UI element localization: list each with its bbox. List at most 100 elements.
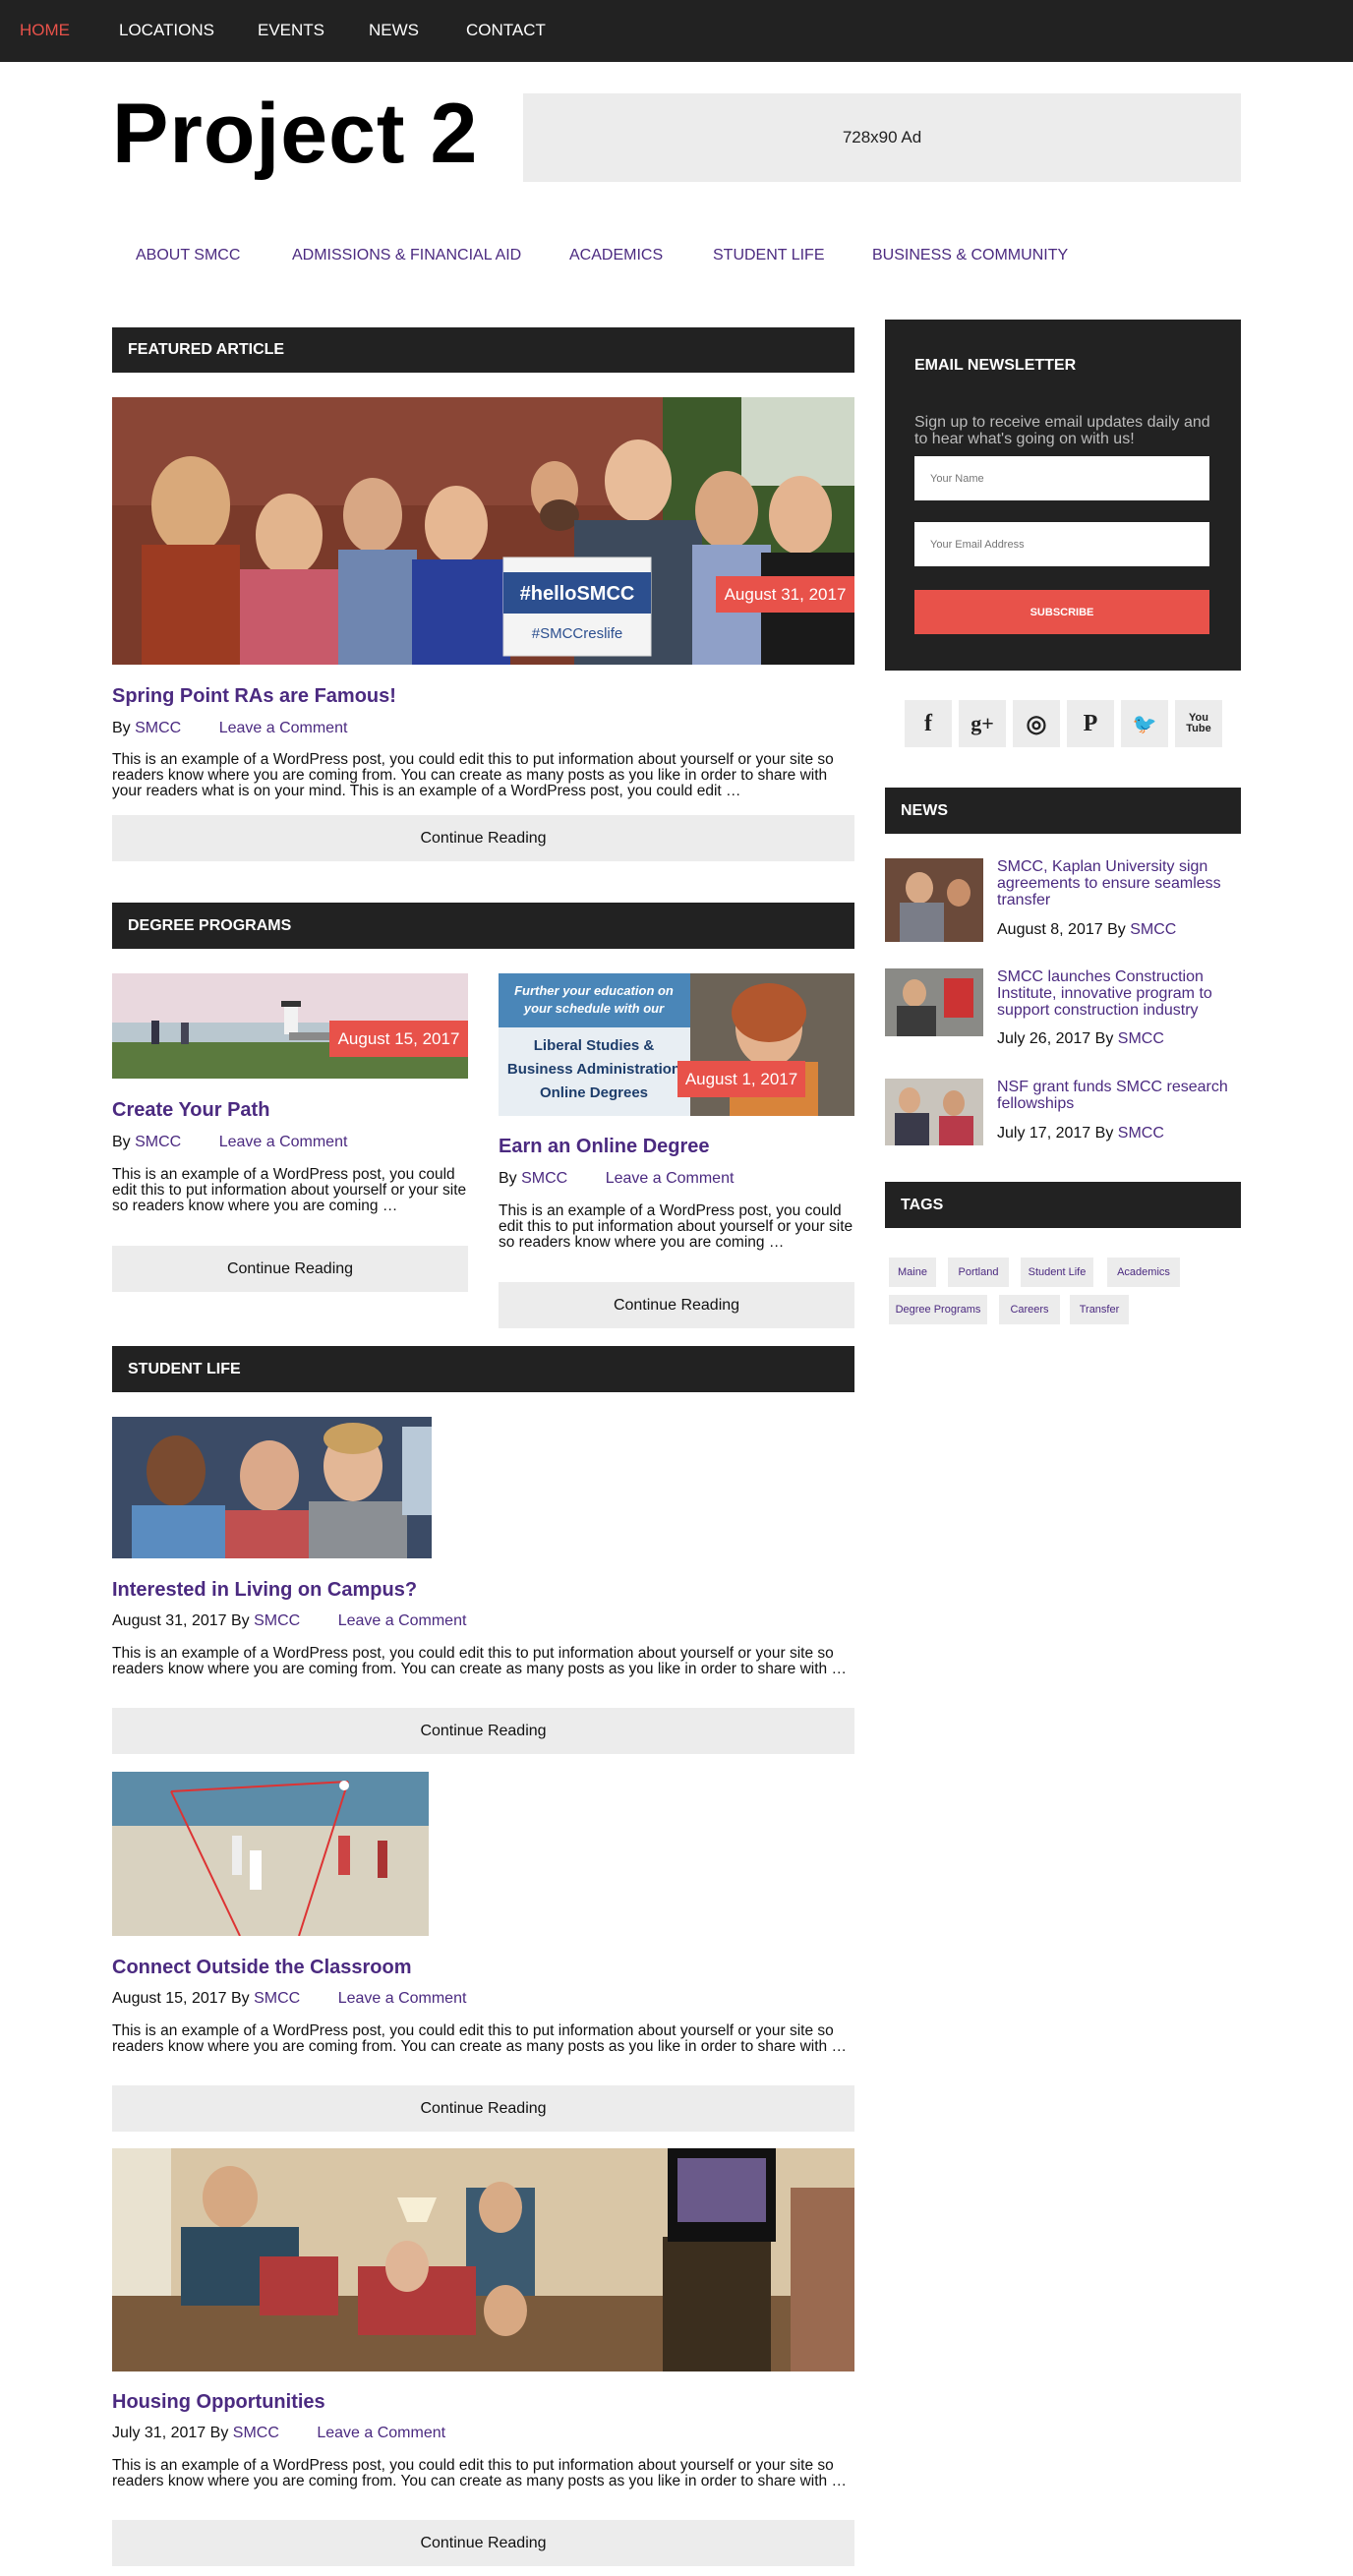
news-1-title[interactable]: SMCC, Kaplan University sign agreements … xyxy=(997,858,1233,908)
dorm-room-illustration xyxy=(112,2148,854,2371)
tag-maine[interactable]: Maine xyxy=(889,1258,936,1287)
tag-student-life[interactable]: Student Life xyxy=(1021,1258,1093,1287)
sign-hashtag-2: #SMCCreslife xyxy=(532,625,623,642)
news-2-image[interactable] xyxy=(885,968,983,1036)
beach-volleyball-illustration xyxy=(112,1772,429,1936)
student-post-3-excerpt: This is an example of a WordPress post, … xyxy=(112,2457,847,2489)
pinterest-icon[interactable]: P xyxy=(1067,700,1114,747)
author-link[interactable]: SMCC xyxy=(1118,1125,1164,1142)
by-label: By xyxy=(231,1990,250,2007)
news-3-meta: July 17, 2017 By SMCC xyxy=(997,1125,1164,1142)
subscribe-button[interactable]: SUBSCRIBE xyxy=(914,590,1209,634)
subnav-academics[interactable]: ACADEMICS xyxy=(569,247,663,264)
student-post-2-image[interactable] xyxy=(112,1772,429,1936)
news-2-title[interactable]: SMCC launches Construction Institute, in… xyxy=(997,968,1233,1019)
by-label: By xyxy=(1094,1125,1114,1142)
tag-portland[interactable]: Portland xyxy=(948,1258,1009,1287)
newsletter-email-input[interactable] xyxy=(914,522,1209,566)
author-link[interactable]: SMCC xyxy=(254,1612,300,1629)
degree-right-excerpt: This is an example of a WordPress post, … xyxy=(499,1202,853,1251)
author-link[interactable]: SMCC xyxy=(1130,921,1176,938)
featured-image[interactable]: #helloSMCC #SMCCreslife August 31, 2017 xyxy=(112,397,854,665)
comment-link[interactable]: Leave a Comment xyxy=(338,1990,467,2007)
newsletter-heading: EMAIL NEWSLETTER xyxy=(914,357,1077,374)
tag-degree-programs[interactable]: Degree Programs xyxy=(889,1295,987,1324)
degree-left-post-title[interactable]: Create Your Path xyxy=(112,1099,269,1122)
comment-link[interactable]: Leave a Comment xyxy=(338,1612,467,1629)
author-link[interactable]: SMCC xyxy=(521,1170,567,1187)
news-2-meta: July 26, 2017 By SMCC xyxy=(997,1030,1164,1048)
student-post-3-meta: July 31, 2017 By SMCC Leave a Comment xyxy=(112,2425,445,2442)
post-date: August 31, 2017 xyxy=(112,1612,227,1629)
comment-link[interactable]: Leave a Comment xyxy=(317,2425,445,2441)
tag-careers[interactable]: Careers xyxy=(999,1295,1060,1324)
youtube-icon[interactable]: You Tube xyxy=(1175,700,1222,747)
nav-home[interactable]: HOME xyxy=(20,21,70,40)
degree-right-image[interactable]: Further your education on your schedule … xyxy=(499,973,854,1116)
student-life-heading: STUDENT LIFE xyxy=(112,1346,854,1392)
degree-left-image[interactable]: August 15, 2017 xyxy=(112,973,468,1079)
news-3-image[interactable] xyxy=(885,1079,983,1145)
subnav-admissions[interactable]: ADMISSIONS & FINANCIAL AID xyxy=(292,247,521,264)
featured-post-title[interactable]: Spring Point RAs are Famous! xyxy=(112,685,396,708)
student-post-3-continue-reading-button[interactable]: Continue Reading xyxy=(112,2520,854,2566)
student-post-3-image[interactable] xyxy=(112,2148,854,2371)
degree-right-continue-reading-button[interactable]: Continue Reading xyxy=(499,1282,854,1328)
author-link[interactable]: SMCC xyxy=(233,2425,279,2441)
comment-link[interactable]: Leave a Comment xyxy=(219,720,348,736)
student-post-1-continue-reading-button[interactable]: Continue Reading xyxy=(112,1708,854,1754)
promo-line-3: Liberal Studies & xyxy=(534,1037,655,1054)
news-1-image[interactable] xyxy=(885,858,983,942)
tag-academics[interactable]: Academics xyxy=(1107,1258,1180,1287)
nav-locations[interactable]: LOCATIONS xyxy=(119,21,214,40)
degree-right-post-title[interactable]: Earn an Online Degree xyxy=(499,1136,710,1158)
news-3-thumbnail xyxy=(885,1079,983,1145)
tags-heading-label: TAGS xyxy=(901,1196,944,1213)
by-label: By xyxy=(112,1134,131,1150)
author-link[interactable]: SMCC xyxy=(135,720,181,736)
post-date: August 15, 2017 xyxy=(112,1990,227,2007)
featured-continue-reading-button[interactable]: Continue Reading xyxy=(112,815,854,861)
by-label: By xyxy=(1094,1030,1114,1047)
degree-heading-label: DEGREE PROGRAMS xyxy=(128,916,292,934)
comment-link[interactable]: Leave a Comment xyxy=(219,1134,348,1150)
news-date: July 17, 2017 xyxy=(997,1125,1091,1142)
news-heading: NEWS xyxy=(885,788,1241,834)
degree-left-continue-reading-button[interactable]: Continue Reading xyxy=(112,1246,468,1292)
newsletter-name-input[interactable] xyxy=(914,456,1209,500)
student-post-1-title[interactable]: Interested in Living on Campus? xyxy=(112,1579,417,1602)
author-link[interactable]: SMCC xyxy=(135,1134,181,1150)
student-post-2-title[interactable]: Connect Outside the Classroom xyxy=(112,1957,412,1979)
news-heading-label: NEWS xyxy=(901,801,948,819)
comment-link[interactable]: Leave a Comment xyxy=(606,1170,735,1187)
news-3-title[interactable]: NSF grant funds SMCC research fellowship… xyxy=(997,1079,1233,1112)
author-link[interactable]: SMCC xyxy=(1118,1030,1164,1047)
nav-news[interactable]: NEWS xyxy=(369,21,419,40)
student-post-2-meta: August 15, 2017 By SMCC Leave a Comment xyxy=(112,1990,466,2008)
author-link[interactable]: SMCC xyxy=(254,1990,300,2007)
facebook-icon[interactable]: f xyxy=(905,700,952,747)
featured-excerpt: This is an example of a WordPress post, … xyxy=(112,751,834,799)
subnav-student-life[interactable]: STUDENT LIFE xyxy=(713,247,825,264)
twitter-icon[interactable]: 🐦 xyxy=(1121,700,1168,747)
site-title[interactable]: Project 2 xyxy=(112,87,478,181)
subnav-business[interactable]: BUSINESS & COMMUNITY xyxy=(872,247,1068,264)
student-post-1-image[interactable] xyxy=(112,1417,432,1558)
promo-line-1: Further your education on xyxy=(514,983,674,998)
degree-left-meta: By SMCC Leave a Comment xyxy=(112,1134,347,1151)
degree-left-date-badge: August 15, 2017 xyxy=(329,1021,468,1057)
student-post-3-title[interactable]: Housing Opportunities xyxy=(112,2391,325,2414)
student-life-heading-label: STUDENT LIFE xyxy=(128,1360,241,1377)
by-label: By xyxy=(1107,921,1126,938)
student-post-2-continue-reading-button[interactable]: Continue Reading xyxy=(112,2085,854,2132)
tag-transfer[interactable]: Transfer xyxy=(1070,1295,1129,1324)
featured-date-badge: August 31, 2017 xyxy=(716,576,854,613)
nav-contact[interactable]: CONTACT xyxy=(466,21,546,40)
ad-banner[interactable]: 728x90 Ad xyxy=(523,93,1241,182)
instagram-icon[interactable]: ◎ xyxy=(1013,700,1060,747)
google-plus-icon[interactable]: g+ xyxy=(959,700,1006,747)
subnav-about[interactable]: ABOUT SMCC xyxy=(136,247,240,264)
promo-line-5: Online Degrees xyxy=(540,1084,648,1101)
nav-events[interactable]: EVENTS xyxy=(258,21,324,40)
by-label: By xyxy=(209,2425,229,2441)
